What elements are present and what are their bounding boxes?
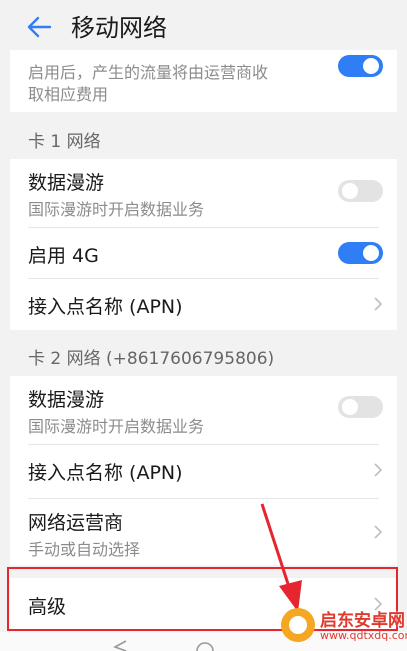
sim1-4g-title: 启用 4G (28, 245, 99, 267)
sim1-4g-toggle[interactable] (338, 242, 383, 264)
sim1-apn-title: 接入点名称 (APN) (28, 296, 183, 318)
sim1-roaming-row[interactable]: 数据漫游 国际漫游时开启数据业务 (10, 159, 397, 227)
toggle-knob (342, 399, 358, 415)
nav-home-icon[interactable] (195, 640, 215, 651)
nav-back-icon[interactable] (112, 639, 128, 651)
sim2-apn-row[interactable]: 接入点名称 (APN) (10, 445, 397, 498)
page-title: 移动网络 (71, 14, 167, 42)
watermark-name: 启东安卓网 (320, 611, 405, 631)
toggle-knob (342, 183, 358, 199)
sim1-4g-row[interactable]: 启用 4G (10, 228, 397, 278)
app-header: 移动网络 (0, 0, 407, 50)
sim2-roaming-row[interactable]: 数据漫游 国际漫游时开启数据业务 (10, 376, 397, 444)
sim2-operator-title: 网络运营商 (28, 512, 124, 534)
sim1-section-header: 卡 1 网络 (28, 132, 101, 152)
chevron-right-icon (374, 463, 383, 477)
watermark-logo-icon (281, 608, 315, 642)
sim2-roaming-toggle[interactable] (338, 396, 383, 418)
sim1-card: 数据漫游 国际漫游时开启数据业务 启用 4G 接入点名称 (APN) (10, 159, 397, 330)
top-settings-card: 启用后，产生的流量将由运营商收 取相应费用 (10, 50, 397, 112)
arrow-left-icon[interactable] (26, 15, 52, 39)
watermark-url: www.qdtxdq.com (320, 629, 407, 642)
watermark: 启东安卓网 www.qdtxdq.com (276, 603, 407, 651)
billing-notice-line1: 启用后，产生的流量将由运营商收 (28, 63, 269, 82)
sim2-apn-title: 接入点名称 (APN) (28, 462, 183, 484)
mobile-data-toggle[interactable] (338, 55, 383, 77)
sim2-roaming-subtitle: 国际漫游时开启数据业务 (28, 417, 205, 436)
billing-notice-row[interactable]: 启用后，产生的流量将由运营商收 取相应费用 (10, 50, 397, 112)
sim1-roaming-toggle[interactable] (338, 180, 383, 202)
sim1-apn-row[interactable]: 接入点名称 (APN) (10, 279, 397, 330)
sim2-roaming-title: 数据漫游 (28, 389, 105, 411)
chevron-right-icon (374, 297, 383, 311)
toggle-knob (363, 245, 379, 261)
toggle-knob (363, 58, 379, 74)
sim1-roaming-subtitle: 国际漫游时开启数据业务 (28, 200, 205, 219)
sim1-roaming-title: 数据漫游 (28, 172, 105, 194)
billing-notice-line2: 取相应费用 (28, 85, 109, 104)
sim2-section-header: 卡 2 网络 (+8617606795806) (28, 349, 275, 369)
sim2-card: 数据漫游 国际漫游时开启数据业务 接入点名称 (APN) 网络运营商 手动或自动… (10, 376, 397, 565)
chevron-right-icon (374, 525, 383, 539)
sim2-operator-row[interactable]: 网络运营商 手动或自动选择 (10, 499, 397, 565)
sim2-operator-subtitle: 手动或自动选择 (28, 540, 141, 559)
